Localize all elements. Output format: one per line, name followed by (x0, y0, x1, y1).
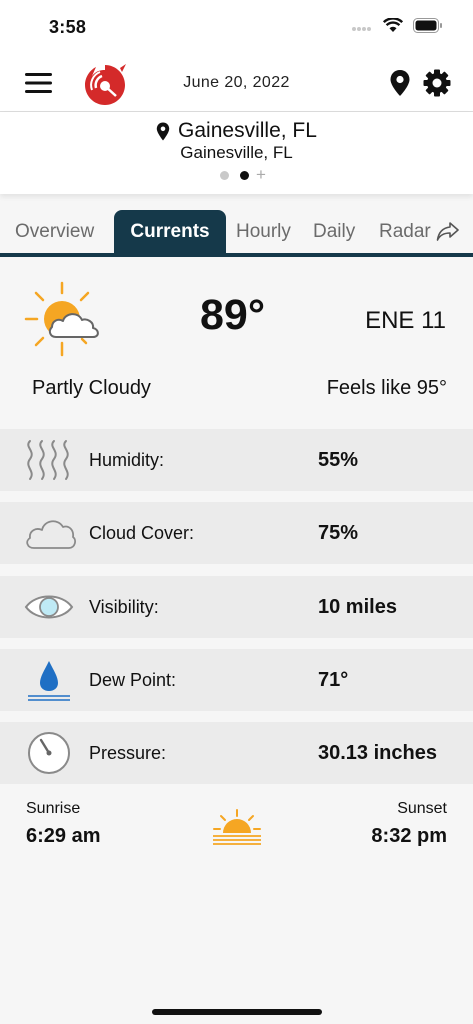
location-panel[interactable]: Gainesville, FL Gainesville, FL + (0, 112, 473, 194)
sunrise-label: Sunrise (26, 800, 81, 817)
location-title: Gainesville, FL (178, 119, 317, 142)
status-bar: 3:58 (0, 0, 473, 56)
detail-label: Pressure: (89, 743, 167, 763)
feels-like-text: Feels like 95° (326, 377, 447, 399)
tab-radar[interactable]: Radar (379, 210, 431, 253)
battery-icon (413, 18, 442, 33)
sunset-icon (213, 809, 261, 845)
condition-text: Partly Cloudy (32, 377, 151, 399)
status-time: 3:58 (49, 17, 87, 37)
humidity-icon (27, 440, 69, 480)
detail-label: Visibility: (89, 597, 159, 617)
detail-value: 55% (318, 449, 359, 471)
gear-icon[interactable] (423, 69, 451, 97)
detail-value: 30.13 inches (318, 742, 437, 764)
detail-label: Cloud Cover: (89, 523, 195, 543)
detail-value: 10 miles (318, 596, 397, 618)
signal-icon (352, 26, 371, 31)
partly-cloudy-icon (24, 281, 99, 357)
page-dot[interactable] (220, 170, 229, 180)
detail-value: 71° (318, 669, 349, 691)
wind-speed: ENE 11 (365, 307, 446, 334)
sunset-time: 8:32 pm (371, 825, 447, 847)
detail-label: Humidity: (89, 450, 165, 470)
tab-bar: Overview Currents Hourly Daily Radar (0, 210, 473, 256)
sunrise-time: 6:29 am (26, 825, 101, 847)
wifi-icon (383, 18, 403, 32)
page-indicator[interactable]: + (220, 166, 266, 183)
app-header: June 20, 2022 (0, 56, 473, 112)
sun-times: Sunrise 6:29 am Sunset 8:32 pm (0, 792, 473, 862)
location-subtitle: Gainesville, FL (180, 143, 293, 162)
detail-row-humidity: Humidity: 55% (0, 429, 473, 491)
detail-row-cloud-cover: Cloud Cover: 75% (0, 502, 473, 564)
tab-overview[interactable]: Overview (15, 210, 94, 253)
location-title-row: Gainesville, FL (0, 119, 473, 143)
detail-label: Dew Point: (89, 670, 177, 690)
home-indicator[interactable] (152, 1009, 322, 1015)
current-conditions: 89° ENE 11 Partly Cloudy Feels like 95° (0, 257, 473, 429)
detail-row-dew-point: Dew Point: 71° (0, 649, 473, 711)
add-location-icon[interactable]: + (256, 166, 266, 183)
location-pin-icon (156, 122, 170, 140)
detail-value: 75% (318, 522, 359, 544)
tab-currents[interactable]: Currents (114, 210, 226, 254)
dew-drop-icon (28, 661, 70, 701)
gauge-icon (28, 732, 70, 774)
tab-daily[interactable]: Daily (313, 210, 355, 253)
location-pin-icon[interactable] (389, 69, 411, 97)
status-icons (351, 18, 443, 33)
sunset-label: Sunset (397, 800, 447, 817)
eye-icon (24, 595, 74, 619)
share-icon[interactable] (436, 221, 460, 241)
page-dot-active[interactable] (240, 170, 249, 180)
detail-row-pressure: Pressure: 30.13 inches (0, 722, 473, 784)
detail-row-visibility: Visibility: 10 miles (0, 576, 473, 638)
current-temperature: 89° (200, 291, 266, 339)
cloud-icon (26, 520, 76, 549)
tab-hourly[interactable]: Hourly (236, 210, 291, 253)
